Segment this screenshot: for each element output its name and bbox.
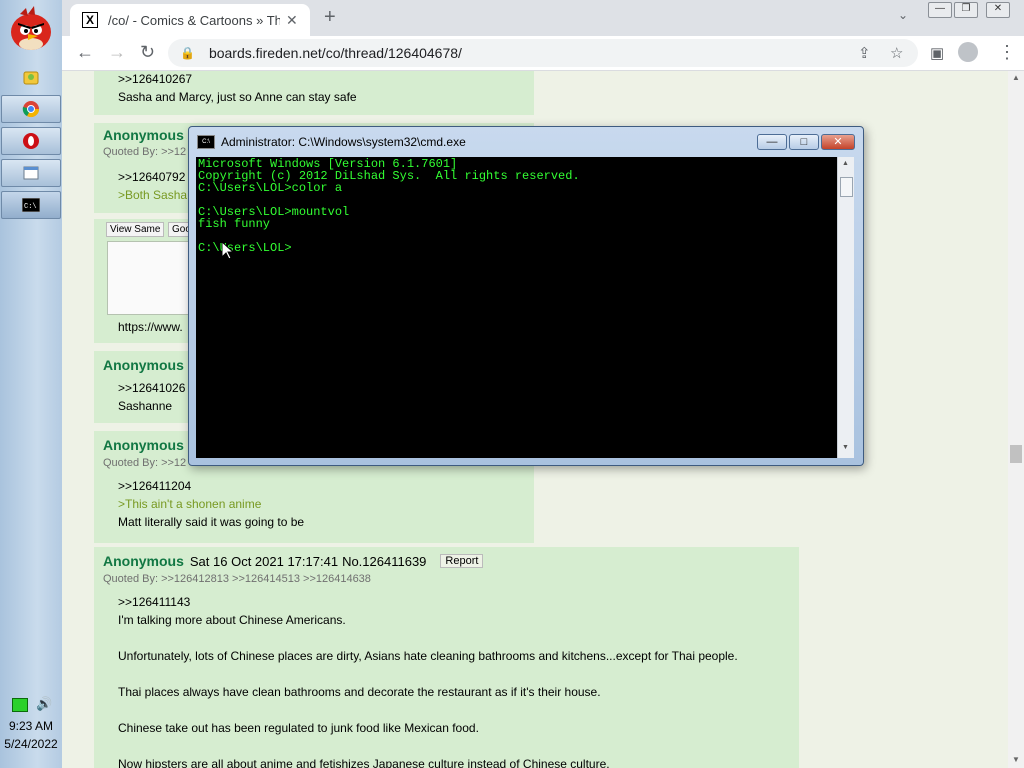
view-same-button[interactable]: View Same: [106, 222, 165, 237]
taskbar-opera-button[interactable]: [1, 127, 61, 155]
post-link[interactable]: https://www.: [118, 320, 183, 334]
close-button[interactable]: ✕: [986, 2, 1010, 18]
address-bar[interactable]: 🔒 boards.fireden.net/co/thread/126404678…: [168, 39, 918, 67]
restore-button[interactable]: ❐: [954, 2, 978, 18]
cmd-console-output[interactable]: Microsoft Windows [Version 6.1.7601] Copy…: [196, 157, 837, 458]
post-date: Sat 16 Oct 2021 17:17:41: [189, 553, 339, 569]
site-favicon-icon: X: [82, 12, 98, 28]
poster-name: Anonymous: [103, 357, 184, 373]
page-scrollbar[interactable]: ▲ ▼: [1008, 71, 1024, 768]
post-text-line: Chinese take out has been regulated to j…: [118, 721, 479, 735]
network-icon[interactable]: [12, 698, 28, 712]
taskbar: C:\ 🔊 9:23 AM 5/24/2022: [0, 0, 63, 768]
tab-strip: X /co/ - Comics & Cartoons » Thre ✕ + ⌄ …: [62, 0, 1024, 36]
angry-bird-icon[interactable]: [6, 6, 56, 52]
cmd-line: C:\Users\LOL>: [198, 241, 292, 255]
scroll-down-icon[interactable]: ▼: [1012, 755, 1020, 764]
cmd-scroll-down-icon[interactable]: ▼: [842, 444, 849, 451]
quoted-by[interactable]: Quoted By: >>12: [103, 146, 186, 158]
window-icon: [23, 166, 39, 180]
post: Anonymous Sat 16 Oct 2021 17:17:41 No.12…: [94, 547, 799, 768]
cmd-scroll-up-icon[interactable]: ▲: [842, 160, 849, 167]
poster-name: Anonymous: [103, 437, 184, 453]
cmd-window-title: Administrator: C:\Windows\system32\cmd.e…: [221, 135, 466, 149]
cmd-line: fish funny: [198, 217, 271, 231]
cmd-minimize-button[interactable]: —: [757, 134, 787, 150]
reload-icon[interactable]: ↻: [140, 42, 155, 63]
menu-kebab-icon[interactable]: ⋮: [998, 42, 1016, 63]
taskbar-cmd-button[interactable]: C:\: [1, 191, 61, 219]
poster-name: Anonymous: [103, 127, 184, 143]
cmd-window[interactable]: C:\ Administrator: C:\Windows\system32\c…: [188, 126, 864, 466]
svg-text:C:\: C:\: [24, 203, 37, 211]
cmd-scrollbar-thumb[interactable]: [840, 177, 853, 197]
cmd-line: C:\Users\LOL>mountvol: [198, 205, 350, 219]
post-ref-link[interactable]: >>126411204: [118, 479, 191, 493]
quoted-by[interactable]: Quoted By: >>12: [103, 457, 186, 469]
report-button[interactable]: Report: [440, 554, 484, 568]
cmd-line: C:\Users\LOL>color a: [198, 181, 343, 195]
post-ref-link[interactable]: >>126410267: [118, 72, 192, 86]
post-text: Matt literally said it was going to be: [118, 515, 305, 529]
post-ref-link[interactable]: >>12640792: [118, 170, 185, 184]
side-panel-icon[interactable]: ▣: [930, 44, 944, 62]
post-text-line: I'm talking more about Chinese Americans…: [118, 613, 346, 627]
scrollbar-thumb[interactable]: [1010, 445, 1022, 463]
post-number[interactable]: No.126411639: [342, 554, 426, 569]
broken-image-icon[interactable]: [107, 241, 189, 315]
lock-icon[interactable]: 🔒: [180, 46, 195, 60]
browser-tab[interactable]: X /co/ - Comics & Cartoons » Thre ✕: [70, 4, 310, 36]
post-ref-link[interactable]: >>126411143: [118, 595, 190, 609]
url-text[interactable]: boards.fireden.net/co/thread/126404678/: [209, 45, 462, 61]
back-icon[interactable]: ←: [76, 42, 94, 63]
explorer-icon[interactable]: [22, 68, 40, 86]
tab-title: /co/ - Comics & Cartoons » Thre: [108, 12, 280, 28]
greentext-line: >Both Sasha: [118, 188, 188, 202]
forward-icon[interactable]: →: [108, 42, 126, 63]
chrome-icon: [22, 101, 40, 118]
clock-date[interactable]: 5/24/2022: [0, 737, 62, 751]
post-text: Sashanne: [118, 399, 173, 413]
minimize-button[interactable]: —: [928, 2, 952, 18]
tab-search-icon[interactable]: ⌄: [898, 8, 908, 22]
cmd-maximize-button[interactable]: □: [789, 134, 819, 150]
mouse-pointer-icon: [222, 242, 234, 260]
post-text: Sasha and Marcy, just so Anne can stay s…: [118, 90, 357, 104]
profile-avatar-icon[interactable]: [958, 42, 978, 62]
cmd-icon: C:\: [22, 198, 40, 212]
cmd-close-button[interactable]: ✕: [821, 134, 855, 150]
taskbar-chrome-button[interactable]: [1, 95, 61, 123]
taskbar-window-button[interactable]: [1, 159, 61, 187]
post-text-line: Unfortunately, lots of Chinese places ar…: [118, 649, 738, 663]
cmd-scrollbar[interactable]: ▲ ▼: [837, 157, 854, 458]
tab-close-icon[interactable]: ✕: [286, 12, 298, 29]
browser-toolbar: ← → ↻ 🔒 boards.fireden.net/co/thread/126…: [62, 36, 1024, 71]
scroll-up-icon[interactable]: ▲: [1012, 73, 1020, 82]
post-text-line: Thai places always have clean bathrooms …: [118, 685, 601, 699]
bookmark-star-icon[interactable]: ☆: [890, 44, 903, 62]
new-tab-icon[interactable]: +: [324, 6, 336, 29]
opera-icon: [23, 133, 39, 149]
post: >>126410267 Sasha and Marcy, just so Ann…: [94, 71, 534, 115]
cmd-icon: C:\: [197, 135, 215, 149]
poster-name: Anonymous: [103, 553, 184, 569]
share-icon[interactable]: ⇪: [858, 44, 871, 62]
volume-icon[interactable]: 🔊: [36, 696, 52, 712]
cmd-titlebar[interactable]: C:\ Administrator: C:\Windows\system32\c…: [197, 135, 466, 149]
clock-time[interactable]: 9:23 AM: [0, 719, 62, 733]
greentext-line: >This ain't a shonen anime: [118, 497, 262, 511]
quoted-by[interactable]: Quoted By: >>126412813 >>126414513 >>126…: [103, 573, 371, 585]
cmd-line: [198, 230, 835, 242]
post-ref-link[interactable]: >>12641026: [118, 381, 185, 395]
post-text-line: Now hipsters are all about anime and fet…: [118, 757, 610, 768]
